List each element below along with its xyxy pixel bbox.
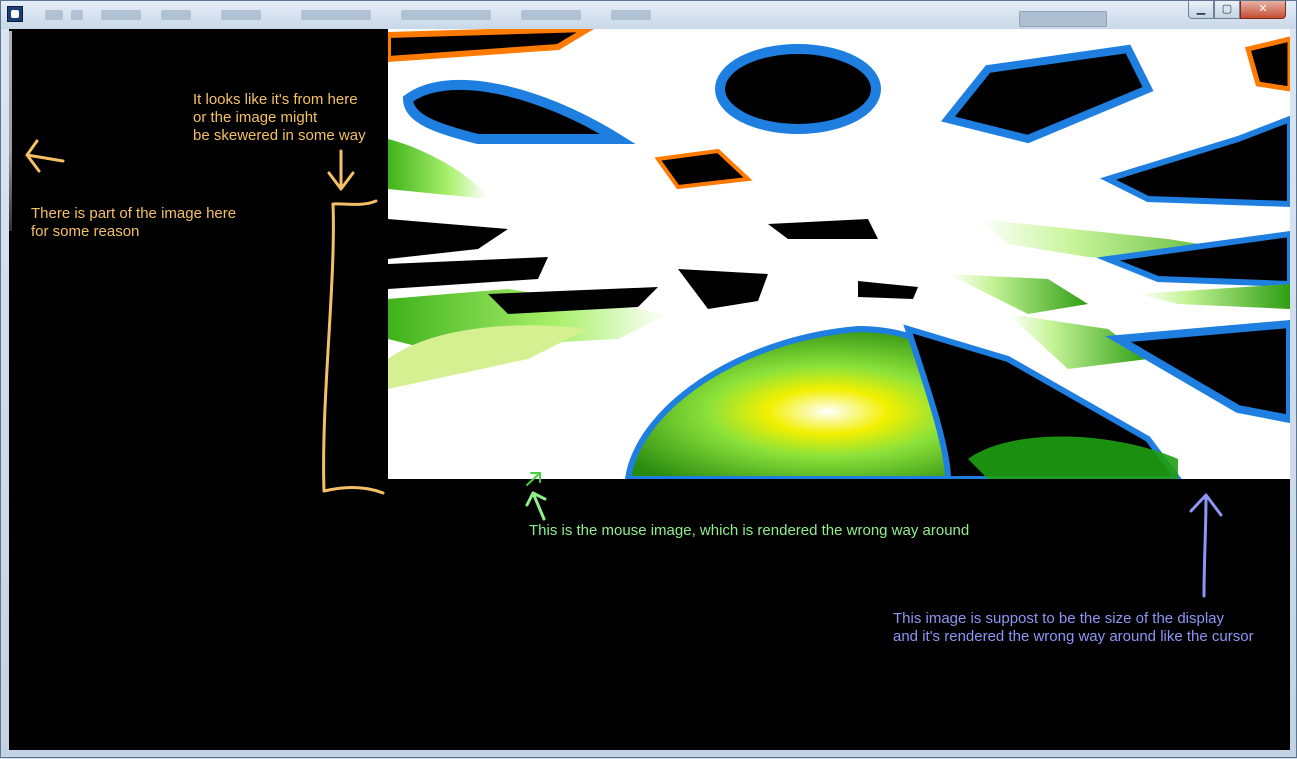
- toolbar-icon[interactable]: [611, 10, 651, 20]
- annotation-image-source: It looks like it's from here or the imag…: [193, 91, 366, 144]
- toolbar-icon[interactable]: [401, 10, 491, 20]
- toolbar-icon[interactable]: [161, 10, 191, 20]
- minimize-button[interactable]: ▁: [1188, 1, 1214, 19]
- toolbar-icon[interactable]: [221, 10, 261, 20]
- minimize-icon: ▁: [1196, 2, 1206, 15]
- toolbar-icon[interactable]: [301, 10, 371, 20]
- toolbar-icon[interactable]: [45, 10, 63, 20]
- app-window: ▁ ▢ ✕ There is part of the image here fo…: [0, 0, 1297, 758]
- abstract-render: [388, 29, 1290, 479]
- render-viewport[interactable]: There is part of the image here for some…: [9, 29, 1290, 750]
- close-button[interactable]: ✕: [1240, 1, 1286, 19]
- toolbar-icon[interactable]: [71, 10, 83, 20]
- annotation-display-size: This image is suppost to be the size of …: [893, 610, 1254, 645]
- title-bar[interactable]: ▁ ▢ ✕: [1, 1, 1296, 29]
- close-icon: ✕: [1258, 2, 1268, 15]
- maximize-button[interactable]: ▢: [1214, 1, 1240, 19]
- title-search-box[interactable]: [1019, 11, 1107, 27]
- rendered-display-image: [388, 29, 1290, 479]
- toolbar-icon[interactable]: [101, 10, 141, 20]
- stray-image-fragment: [9, 31, 12, 231]
- annotation-mouse-image: This is the mouse image, which is render…: [529, 522, 970, 539]
- app-icon[interactable]: [7, 6, 23, 22]
- toolbar-icon[interactable]: [521, 10, 581, 20]
- annotation-left-part: There is part of the image here for some…: [31, 205, 237, 240]
- maximize-icon: ▢: [1221, 2, 1233, 15]
